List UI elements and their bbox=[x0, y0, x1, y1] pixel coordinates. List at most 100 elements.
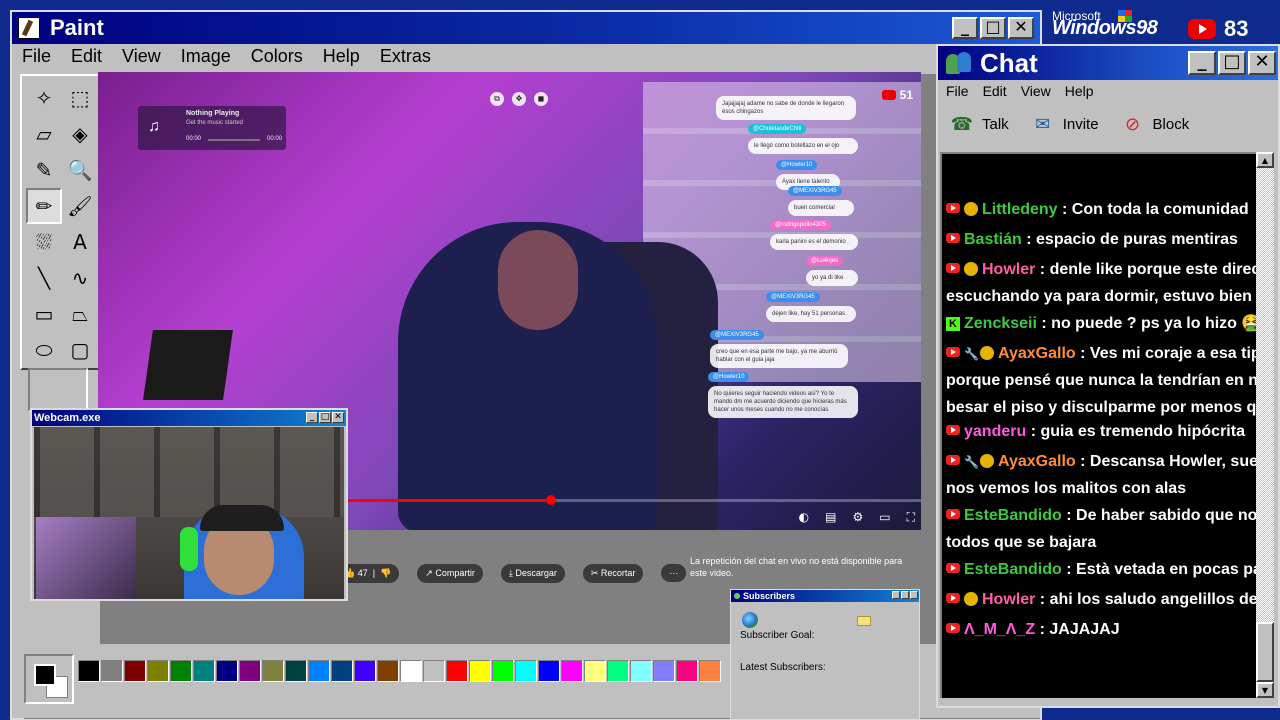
camera-icon[interactable]: ◼ bbox=[534, 92, 548, 106]
palette-swatch[interactable] bbox=[400, 660, 422, 682]
airbrush-icon[interactable]: ⛆ bbox=[26, 224, 62, 260]
palette-swatch[interactable] bbox=[630, 660, 652, 682]
palette-swatch[interactable] bbox=[285, 660, 307, 682]
block-button[interactable]: ⊘ Block bbox=[1119, 110, 1189, 138]
menu-edit[interactable]: Edit bbox=[69, 46, 104, 67]
talk-button[interactable]: ☎ Talk bbox=[948, 110, 1009, 138]
fill-bucket-icon[interactable]: ◈ bbox=[62, 116, 98, 152]
curve-icon[interactable]: ∿ bbox=[62, 260, 98, 296]
palette-swatch[interactable] bbox=[78, 660, 100, 682]
share-button[interactable]: ↗ Compartir bbox=[417, 563, 483, 583]
palette-swatch[interactable] bbox=[331, 660, 353, 682]
palette-swatch[interactable] bbox=[377, 660, 399, 682]
rectangle-icon[interactable]: ▭ bbox=[26, 296, 62, 332]
menu-image[interactable]: Image bbox=[179, 46, 233, 67]
copy-icon[interactable]: ⧉ bbox=[490, 92, 504, 106]
palette-swatch[interactable] bbox=[423, 660, 445, 682]
chat-messages-pane[interactable]: Littledeny : Con toda la comunidad Bastiá… bbox=[940, 152, 1256, 698]
chat-scrollbar[interactable]: ▲ ▼ bbox=[1256, 152, 1274, 698]
line-icon[interactable]: ╲ bbox=[26, 260, 62, 296]
palette-swatch[interactable] bbox=[170, 660, 192, 682]
menu-file[interactable]: File bbox=[20, 46, 53, 67]
ellipse-icon[interactable]: ⬭ bbox=[26, 332, 62, 368]
free-select-icon[interactable]: ✧ bbox=[26, 80, 62, 116]
chat-username[interactable]: AyaxGallo bbox=[998, 345, 1076, 362]
palette-swatch[interactable] bbox=[308, 660, 330, 682]
chat-menu-view[interactable]: View bbox=[1021, 83, 1051, 99]
webcam-minimize-button[interactable]: _ bbox=[306, 412, 318, 423]
webcam-close-button[interactable]: ✕ bbox=[332, 412, 344, 423]
menu-view[interactable]: View bbox=[120, 46, 163, 67]
dislike-icon[interactable]: 👎 bbox=[380, 568, 391, 578]
chat-menu-edit[interactable]: Edit bbox=[983, 83, 1007, 99]
foreground-color[interactable] bbox=[34, 664, 56, 686]
chat-minimize-button[interactable]: _ bbox=[1188, 51, 1216, 75]
subs-minimize-button[interactable] bbox=[892, 591, 900, 599]
palette-swatch[interactable] bbox=[193, 660, 215, 682]
chat-menu-file[interactable]: File bbox=[946, 83, 969, 99]
minimize-button[interactable]: _ bbox=[952, 17, 978, 39]
palette-swatch[interactable] bbox=[147, 660, 169, 682]
palette-swatch[interactable] bbox=[653, 660, 675, 682]
palette-swatch[interactable] bbox=[561, 660, 583, 682]
download-button[interactable]: ⤓ Descargar bbox=[500, 563, 565, 583]
autoplay-toggle-icon[interactable]: ◐ bbox=[799, 510, 809, 525]
palette-swatch[interactable] bbox=[239, 660, 261, 682]
tool-options-box[interactable] bbox=[28, 368, 88, 412]
chat-maximize-button[interactable]: □ bbox=[1218, 51, 1246, 75]
rect-select-icon[interactable]: ⬚ bbox=[62, 80, 98, 116]
subscribers-title-bar[interactable]: Subscribers bbox=[731, 590, 919, 602]
chat-username[interactable]: Λ_M_Λ_Z bbox=[964, 621, 1035, 638]
palette-swatch[interactable] bbox=[607, 660, 629, 682]
palette-swatch[interactable] bbox=[676, 660, 698, 682]
rounded-rect-icon[interactable]: ▢ bbox=[62, 332, 98, 368]
subs-maximize-button[interactable] bbox=[901, 591, 909, 599]
more-button[interactable]: ··· bbox=[661, 564, 687, 582]
palette-swatch[interactable] bbox=[262, 660, 284, 682]
chat-username[interactable]: Bastián bbox=[964, 231, 1022, 248]
chat-username[interactable]: Zenckseii bbox=[964, 315, 1037, 332]
invite-button[interactable]: ✉ Invite bbox=[1029, 110, 1098, 138]
chat-username[interactable]: EsteBandido bbox=[964, 561, 1062, 578]
menu-help[interactable]: Help bbox=[321, 46, 362, 67]
webcam-maximize-button[interactable]: □ bbox=[319, 412, 331, 423]
chat-menu-help[interactable]: Help bbox=[1065, 83, 1094, 99]
folder-icon[interactable] bbox=[857, 616, 871, 626]
chat-title-bar[interactable]: Chat _ □ ✕ bbox=[938, 46, 1278, 80]
chat-username[interactable]: Howler bbox=[982, 261, 1035, 278]
palette-swatch[interactable] bbox=[584, 660, 606, 682]
brush-icon[interactable]: 🖌 bbox=[62, 188, 98, 224]
palette-swatch[interactable] bbox=[354, 660, 376, 682]
subs-close-button[interactable] bbox=[910, 591, 918, 599]
palette-swatch[interactable] bbox=[469, 660, 491, 682]
scroll-down-icon[interactable]: ▼ bbox=[1256, 682, 1274, 698]
subtitles-icon[interactable]: ▤ bbox=[825, 510, 836, 525]
move-icon[interactable]: ✥ bbox=[512, 92, 526, 106]
palette-swatch[interactable] bbox=[101, 660, 123, 682]
scroll-thumb[interactable] bbox=[1256, 622, 1274, 682]
palette-swatch[interactable] bbox=[515, 660, 537, 682]
scroll-up-icon[interactable]: ▲ bbox=[1256, 152, 1274, 168]
color-picker-icon[interactable]: ✎ bbox=[26, 152, 62, 188]
current-colors[interactable] bbox=[24, 654, 74, 704]
settings-gear-icon[interactable]: ⚙ bbox=[852, 510, 863, 525]
chat-username[interactable]: Littledeny bbox=[982, 201, 1058, 218]
palette-swatch[interactable] bbox=[699, 660, 721, 682]
eraser-icon[interactable]: ▱ bbox=[26, 116, 62, 152]
chat-username[interactable]: Howler bbox=[982, 591, 1035, 608]
chat-username[interactable]: yanderu bbox=[964, 423, 1026, 440]
text-tool-icon[interactable]: A bbox=[62, 224, 98, 260]
palette-swatch[interactable] bbox=[216, 660, 238, 682]
theater-mode-icon[interactable]: ▭ bbox=[879, 510, 890, 525]
menu-extras[interactable]: Extras bbox=[378, 46, 433, 67]
polygon-icon[interactable]: ⏢ bbox=[62, 296, 98, 332]
video-progress-knob[interactable] bbox=[545, 495, 556, 505]
chat-username[interactable]: AyaxGallo bbox=[998, 453, 1076, 470]
menu-colors[interactable]: Colors bbox=[249, 46, 305, 67]
clip-button[interactable]: ✂ Recortar bbox=[582, 563, 644, 583]
magnifier-icon[interactable]: 🔍 bbox=[62, 152, 98, 188]
webcam-title-bar[interactable]: Webcam.exe _ □ ✕ bbox=[32, 410, 346, 426]
palette-swatch[interactable] bbox=[492, 660, 514, 682]
fullscreen-icon[interactable]: ⛶ bbox=[907, 510, 915, 525]
palette-swatch[interactable] bbox=[124, 660, 146, 682]
